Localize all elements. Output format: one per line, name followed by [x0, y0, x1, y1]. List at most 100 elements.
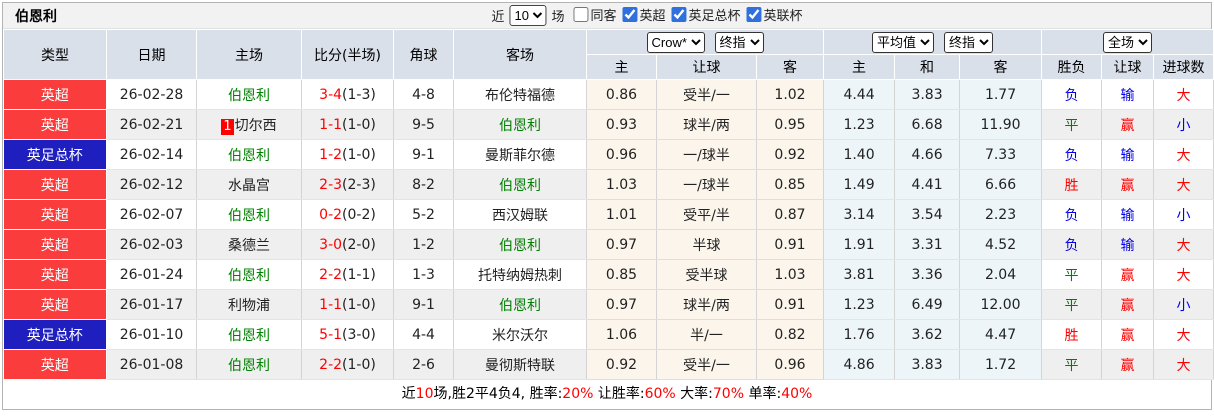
league-badge: 英超	[3, 169, 107, 200]
cell-corners: 2-6	[393, 349, 454, 380]
away-team-link[interactable]: 托特纳姆热刺	[478, 268, 562, 284]
cell-away-team: 曼斯菲尔德	[453, 139, 587, 170]
cell-odds-away: 0.92	[756, 139, 825, 170]
cell-corners: 1-2	[393, 229, 454, 260]
away-team-link[interactable]: 伯恩利	[499, 298, 541, 314]
away-team-link[interactable]: 西汉姆联	[492, 208, 548, 224]
cell-result: 负	[1041, 229, 1103, 260]
cell-odds-home: 0.86	[586, 79, 657, 110]
home-team-link[interactable]: 桑德兰	[228, 238, 270, 254]
scope-select[interactable]: 全场	[1103, 31, 1153, 53]
cell-odds-handicap: 半/一	[656, 319, 757, 350]
checkbox-英足总杯[interactable]	[671, 7, 687, 22]
cell-odds-handicap: 受半球	[656, 259, 757, 290]
recent-matches-select[interactable]: 10	[509, 5, 547, 26]
cell-home-team: 伯恩利	[196, 199, 302, 230]
cell-odds-away: 0.96	[756, 349, 825, 380]
rank-badge: 1	[221, 118, 234, 135]
cell-result: 胜	[1041, 319, 1103, 350]
cell-date: 26-01-08	[106, 349, 197, 380]
cell-odds-home: 0.97	[586, 289, 657, 320]
fulltime-score: 3-4	[319, 86, 343, 103]
cell-corners: 4-4	[393, 319, 454, 350]
table-row: 英超 26-02-21 1 切尔西 1-1(1-0) 9-5 伯恩利 0.93 球半/两 0.95…	[3, 109, 1214, 140]
odds-dropdown-cell: Crow* 终指	[585, 29, 825, 55]
summary-footer: 近10场,胜2平4负4, 胜率:20% 让胜率:60% 大率:70% 单率:40…	[3, 380, 1211, 409]
avg-stage-select[interactable]: 终指	[944, 31, 994, 53]
away-team-link[interactable]: 布伦特福德	[485, 88, 555, 104]
col-header-corner: 角球	[393, 29, 454, 80]
away-team-link[interactable]: 曼斯菲尔德	[485, 148, 555, 164]
cell-home-team: 伯恩利	[196, 319, 302, 350]
league-badge: 英超	[3, 259, 107, 290]
home-team-link[interactable]: 伯恩利	[228, 208, 270, 224]
cell-corners: 1-3	[393, 259, 454, 290]
cell-handicap-result: 赢	[1101, 259, 1155, 290]
league-badge: 英超	[3, 199, 107, 230]
home-team-link[interactable]: 伯恩利	[228, 88, 270, 104]
cell-date: 26-02-28	[106, 79, 197, 110]
halftime-score: (1-3)	[342, 86, 376, 103]
league-badge: 英超	[3, 229, 107, 260]
avg-type-select[interactable]: 平均值	[872, 31, 935, 53]
cell-date: 26-01-10	[106, 319, 197, 350]
fulltime-score: 1-2	[319, 146, 343, 163]
cell-result: 胜	[1041, 169, 1103, 200]
league-filter-英超[interactable]: 英超	[622, 5, 666, 24]
league-filter-checkboxes: 同客 英超 英足总杯 英联杯	[567, 5, 803, 26]
home-team-link[interactable]: 伯恩利	[228, 328, 270, 344]
checkbox-label: 同客	[590, 9, 617, 24]
league-filter-英联杯[interactable]: 英联杯	[746, 5, 803, 24]
checkbox-同客[interactable]	[573, 7, 589, 22]
cell-avg-away: 12.00	[959, 289, 1043, 320]
halftime-score: (2-3)	[342, 176, 376, 193]
halftime-score: (3-0)	[342, 326, 376, 343]
away-team-link[interactable]: 伯恩利	[499, 178, 541, 194]
cell-away-team: 米尔沃尔	[453, 319, 587, 350]
table-row: 英超 26-01-17 利物浦 1-1(1-0) 9-1 伯恩利 0.97 球半/两 0.91 1…	[3, 289, 1214, 320]
col-header-home: 主场	[196, 29, 302, 80]
cell-goals-result: 小	[1153, 289, 1214, 320]
away-team-link[interactable]: 伯恩利	[499, 118, 541, 134]
home-team-link[interactable]: 切尔西	[235, 118, 277, 134]
cell-home-team: 桑德兰	[196, 229, 302, 260]
cell-odds-away: 0.85	[756, 169, 825, 200]
subheader-avg-away: 客	[959, 54, 1043, 80]
fulltime-score: 2-2	[319, 266, 343, 283]
cell-handicap-result: 赢	[1101, 319, 1155, 350]
cell-corners: 5-2	[393, 199, 454, 230]
cell-goals-result: 小	[1153, 109, 1214, 140]
away-team-link[interactable]: 伯恩利	[499, 238, 541, 254]
home-team-link[interactable]: 伯恩利	[228, 268, 270, 284]
away-team-link[interactable]: 曼彻斯特联	[485, 358, 555, 374]
cell-goals-result: 大	[1153, 259, 1214, 290]
matches-label: 场	[551, 10, 565, 25]
cell-odds-handicap: 球半/两	[656, 109, 757, 140]
cell-odds-handicap: 受半/一	[656, 79, 757, 110]
checkbox-英超[interactable]	[622, 7, 638, 22]
cell-handicap-result: 赢	[1101, 109, 1155, 140]
league-badge: 英足总杯	[3, 139, 107, 170]
cell-score: 1-1(1-0)	[301, 289, 394, 320]
halftime-score: (0-2)	[342, 206, 376, 223]
home-team-link[interactable]: 伯恩利	[228, 148, 270, 164]
league-filter-英足总杯[interactable]: 英足总杯	[671, 5, 741, 24]
cell-result: 平	[1041, 109, 1103, 140]
checkbox-英联杯[interactable]	[746, 7, 762, 22]
odds-stage-select[interactable]: 终指	[714, 31, 764, 53]
cell-avg-home: 1.23	[823, 289, 896, 320]
away-team-link[interactable]: 米尔沃尔	[492, 328, 548, 344]
fulltime-score: 3-0	[319, 236, 343, 253]
home-team-link[interactable]: 水晶宫	[228, 178, 270, 194]
cell-score: 1-2(1-0)	[301, 139, 394, 170]
cell-odds-home: 1.03	[586, 169, 657, 200]
cell-corners: 9-1	[393, 289, 454, 320]
home-team-link[interactable]: 利物浦	[228, 298, 270, 314]
league-filter-同客[interactable]: 同客	[573, 5, 617, 24]
cell-avg-home: 1.76	[823, 319, 896, 350]
odds-company-select[interactable]: Crow*	[646, 31, 705, 53]
cell-odds-handicap: 受半/一	[656, 349, 757, 380]
home-team-link[interactable]: 伯恩利	[228, 358, 270, 374]
cell-avg-draw: 3.83	[894, 349, 961, 380]
cell-odds-home: 0.96	[586, 139, 657, 170]
